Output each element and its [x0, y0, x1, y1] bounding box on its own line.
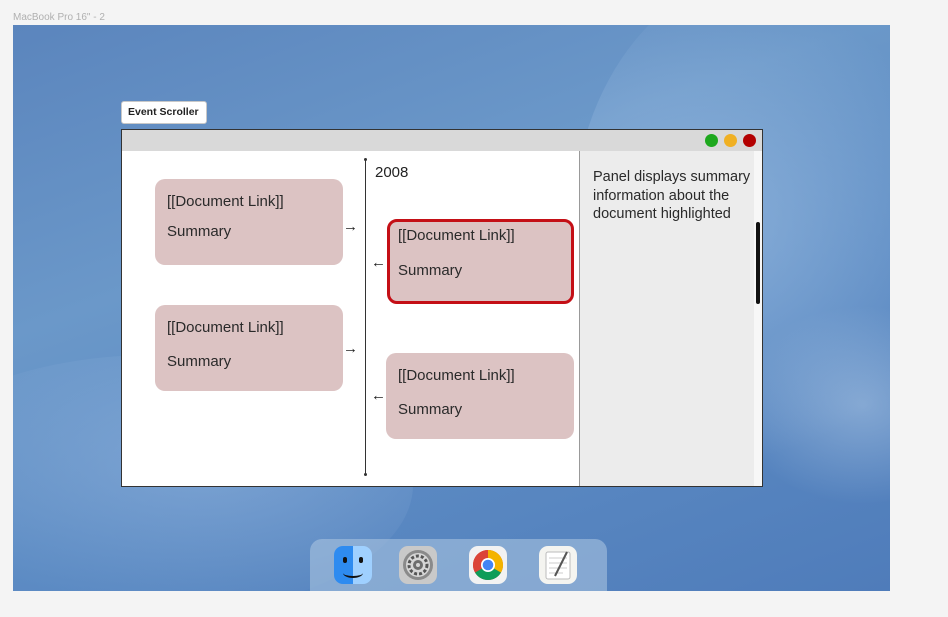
timeline-axis — [365, 159, 366, 475]
card-summary: Summary — [398, 262, 463, 279]
card-summary: Summary — [167, 353, 232, 370]
document-link[interactable]: [[Document Link]] — [398, 227, 563, 244]
desktop: Event Scroller 2008 [[Document Link]] Su… — [13, 25, 890, 591]
document-link[interactable]: [[Document Link]] — [398, 367, 562, 384]
arrow-right-icon: → — [343, 340, 358, 357]
maximize-button[interactable] — [705, 134, 718, 147]
finder-icon[interactable] — [334, 546, 372, 584]
system-settings-icon[interactable] — [399, 546, 437, 584]
scrollbar-track[interactable] — [754, 151, 762, 486]
card-summary: Summary — [167, 223, 232, 240]
chrome-icon[interactable] — [469, 546, 507, 584]
timeline-end-tick — [364, 473, 367, 476]
arrow-left-icon: ← — [371, 254, 386, 271]
title-bar[interactable] — [122, 130, 762, 151]
minimize-button[interactable] — [724, 134, 737, 147]
event-card[interactable]: [[Document Link]] Summary — [155, 179, 343, 265]
event-card[interactable]: [[Document Link]] Summary — [386, 353, 574, 439]
close-button[interactable] — [743, 134, 756, 147]
card-summary: Summary — [398, 401, 463, 418]
notes-icon[interactable] — [539, 546, 577, 584]
scrollbar-thumb[interactable] — [756, 222, 760, 304]
document-link[interactable]: [[Document Link]] — [167, 319, 331, 336]
event-card[interactable]: [[Document Link]] Summary — [155, 305, 343, 391]
arrow-left-icon: ← — [371, 387, 386, 404]
frame-label: MacBook Pro 16" - 2 — [13, 12, 105, 23]
summary-panel-text: Panel displays summary information about… — [593, 169, 751, 222]
app-title-tag: Event Scroller — [121, 101, 207, 124]
arrow-right-icon: → — [343, 218, 358, 235]
event-scroller-window: 2008 [[Document Link]] Summary → [[Docum… — [121, 129, 763, 487]
timeline-year: 2008 — [375, 164, 409, 181]
timeline-start-tick — [364, 158, 367, 161]
summary-panel: Panel displays summary information about… — [579, 151, 762, 486]
document-link[interactable]: [[Document Link]] — [167, 193, 331, 210]
dock — [310, 539, 607, 591]
event-card-selected[interactable]: [[Document Link]] Summary — [387, 219, 574, 304]
